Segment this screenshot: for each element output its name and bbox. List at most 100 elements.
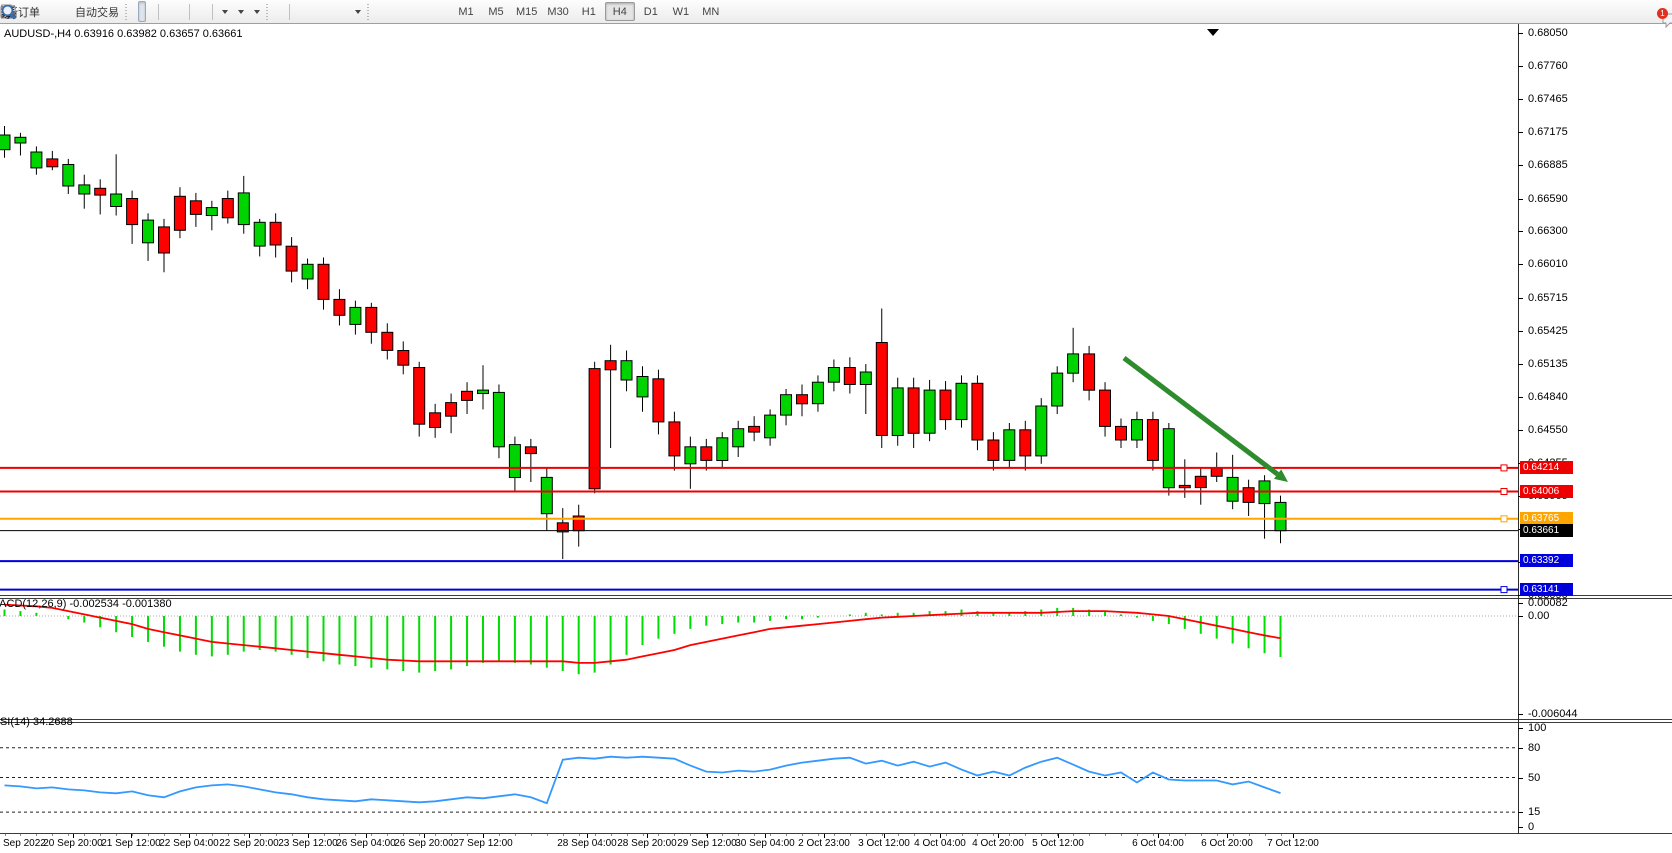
time-label: 2 Oct 23:00 xyxy=(798,838,850,849)
chart-window-button[interactable] xyxy=(53,2,59,21)
timeframe-button-W1[interactable]: W1 xyxy=(667,3,695,20)
timeframe-button-M15[interactable]: M15 xyxy=(512,3,541,20)
time-minor-tick xyxy=(1073,834,1074,836)
time-label: 6 Oct 20:00 xyxy=(1201,838,1253,849)
line-handle[interactable] xyxy=(1501,465,1507,471)
candle xyxy=(222,199,233,218)
chevron-down-icon xyxy=(238,10,244,14)
time-minor-tick xyxy=(180,834,181,836)
timeframe-button-H1[interactable]: H1 xyxy=(575,3,603,20)
rsi-pane[interactable] xyxy=(0,723,1518,833)
text-tool[interactable]: A xyxy=(334,2,340,21)
bar-chart-button[interactable] xyxy=(130,2,136,21)
main-chart[interactable] xyxy=(0,24,1518,595)
zoom-in-button[interactable] xyxy=(163,2,169,21)
time-minor-tick xyxy=(435,834,436,836)
time-axis[interactable]: Sep 202220 Sep 20:0021 Sep 12:0022 Sep 0… xyxy=(0,834,1672,853)
rsi-tick-label: 50 xyxy=(1528,772,1540,784)
fibonacci-tool[interactable]: F xyxy=(326,2,332,21)
time-minor-tick xyxy=(1041,834,1042,836)
template-dropdown[interactable] xyxy=(249,2,263,21)
equidistant-channel-tool[interactable]: E xyxy=(318,2,324,21)
candle xyxy=(0,135,10,150)
price-tick-mark xyxy=(1518,264,1523,265)
timeframe-button-D1[interactable]: D1 xyxy=(637,3,665,20)
time-minor-tick xyxy=(36,834,37,836)
price-tick-label: 0.65715 xyxy=(1528,292,1568,304)
timeframe-button-H4[interactable]: H4 xyxy=(605,2,635,21)
crosshair-button[interactable] xyxy=(279,2,285,21)
toolbar-grip[interactable] xyxy=(125,4,127,20)
timeframe-button-M30[interactable]: M30 xyxy=(543,3,572,20)
macd-axis[interactable]: 0.000820.00-0.006044 xyxy=(1518,599,1672,718)
candle xyxy=(1052,373,1063,406)
cursor-button[interactable] xyxy=(271,2,277,21)
chat-badge: 1 xyxy=(1657,8,1668,19)
time-minor-tick xyxy=(276,834,277,836)
timeframe-button-MN[interactable]: MN xyxy=(697,3,725,20)
toolbar-grip[interactable] xyxy=(266,4,268,20)
candle xyxy=(1243,488,1254,503)
time-minor-tick xyxy=(866,834,867,836)
price-axis[interactable]: 0.680500.677600.674650.671750.668850.665… xyxy=(1518,24,1672,595)
time-minor-tick xyxy=(52,834,53,836)
candle xyxy=(956,383,967,419)
vertical-line-tool[interactable] xyxy=(294,2,300,21)
macd-pane[interactable] xyxy=(0,599,1518,718)
candle xyxy=(1179,485,1190,487)
tile-windows-button[interactable] xyxy=(179,2,185,21)
candle xyxy=(1227,477,1238,501)
rsi-value: 34.2688 xyxy=(33,716,73,728)
timeframe-button-M5[interactable]: M5 xyxy=(482,3,510,20)
time-minor-tick xyxy=(977,834,978,836)
arrows-dropdown[interactable] xyxy=(350,2,364,21)
candle xyxy=(446,403,457,417)
signals-button[interactable] xyxy=(61,2,67,21)
rsi-label: RSI(14) 34.2688 xyxy=(0,716,73,728)
time-minor-tick xyxy=(260,834,261,836)
horizontal-line-tool[interactable] xyxy=(302,2,308,21)
candle xyxy=(1163,429,1174,488)
gold-button[interactable] xyxy=(45,2,51,21)
line-handle[interactable] xyxy=(1501,587,1507,593)
new-chart-dropdown[interactable] xyxy=(217,2,231,21)
toolbar-separator xyxy=(189,4,190,20)
time-minor-tick xyxy=(1249,834,1250,836)
search-icon[interactable] xyxy=(0,3,18,21)
time-minor-tick xyxy=(292,834,293,836)
price-tick-label: 0.66300 xyxy=(1528,225,1568,237)
price-tick-mark xyxy=(1518,66,1523,67)
trendline-tool[interactable] xyxy=(310,2,316,21)
time-minor-tick xyxy=(690,834,691,836)
zoom-out-button[interactable] xyxy=(171,2,177,21)
auto-scroll-button[interactable] xyxy=(194,2,200,21)
rsi-tick-mark xyxy=(1518,748,1523,749)
chart-end-marker[interactable] xyxy=(1207,29,1219,36)
candle xyxy=(127,199,138,225)
timeframe-button-M1[interactable]: M1 xyxy=(452,3,480,20)
text-label-tool[interactable]: T xyxy=(342,2,348,21)
time-minor-tick xyxy=(993,834,994,836)
time-minor-tick xyxy=(371,834,372,836)
rsi-tick-mark xyxy=(1518,827,1523,828)
time-minor-tick xyxy=(132,834,133,836)
autotrading-button[interactable]: 自动交易 xyxy=(69,2,122,21)
chart-title: AUDUSD-,H4 0.63916 0.63982 0.63657 0.636… xyxy=(4,28,243,40)
line-chart-button[interactable] xyxy=(148,2,154,21)
price-tick-mark xyxy=(1518,298,1523,299)
price-tick-label: 0.65135 xyxy=(1528,358,1568,370)
line-handle[interactable] xyxy=(1501,516,1507,522)
rsi-tick-label: 100 xyxy=(1528,722,1546,734)
line-handle[interactable] xyxy=(1501,489,1507,495)
candle xyxy=(669,422,680,456)
time-minor-tick xyxy=(5,834,6,836)
period-dropdown[interactable] xyxy=(233,2,247,21)
time-minor-tick xyxy=(962,834,963,836)
time-minor-tick xyxy=(802,834,803,836)
rsi-axis[interactable]: 1008050150 xyxy=(1518,723,1672,833)
chart-shift-button[interactable] xyxy=(202,2,208,21)
candle xyxy=(1211,468,1222,476)
toolbar-grip[interactable] xyxy=(367,4,369,20)
candlestick-chart-button[interactable] xyxy=(138,1,146,22)
candle xyxy=(1147,420,1158,461)
